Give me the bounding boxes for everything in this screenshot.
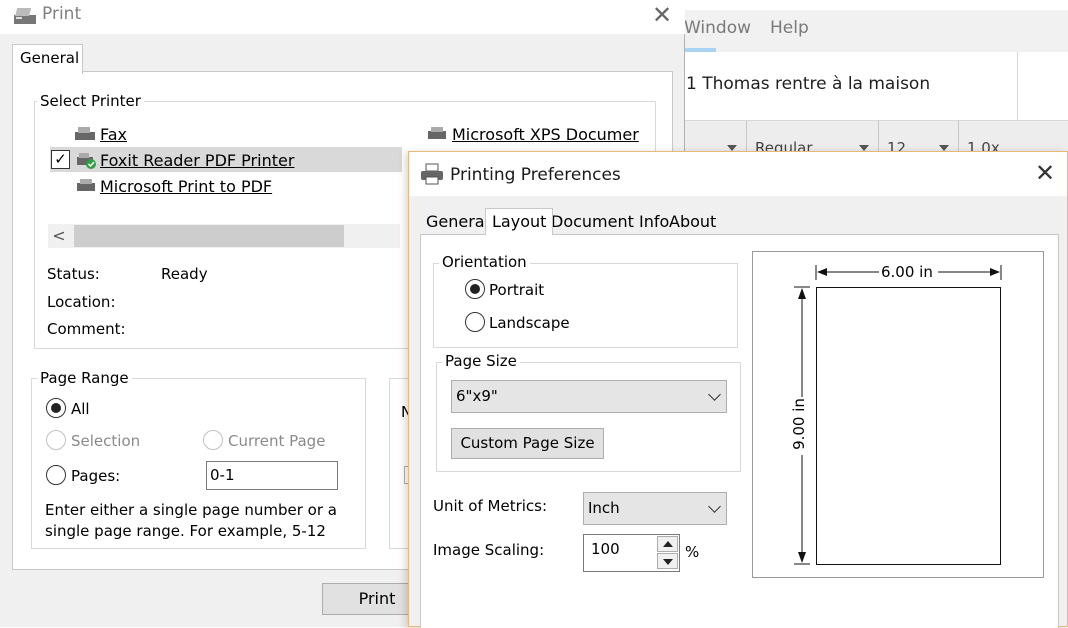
- spin-up-button[interactable]: [657, 536, 678, 552]
- image-scaling-value: 100: [591, 540, 620, 558]
- unit-value: Inch: [588, 499, 620, 517]
- radio-pages-label: Pages:: [71, 467, 121, 485]
- comment-label: Comment:: [47, 320, 126, 338]
- printer-item-fax[interactable]: Fax: [100, 125, 127, 144]
- image-scaling-input[interactable]: 100: [583, 534, 680, 572]
- preview-height-label: 9.00 in: [789, 398, 808, 450]
- default-printer-icon: [77, 153, 96, 169]
- scrollbar-thumb[interactable]: [74, 225, 344, 247]
- chevron-down-icon: [708, 388, 721, 401]
- percent-label: %: [685, 543, 700, 561]
- image-scaling-label: Image Scaling:: [433, 541, 545, 559]
- pages-input[interactable]: 0-1: [206, 461, 338, 490]
- radio-selection-label: Selection: [71, 432, 141, 450]
- page-size-dropdown[interactable]: 6"x9": [451, 380, 727, 413]
- page-range-help-text: Enter either a single page number or a s…: [45, 501, 337, 540]
- custom-page-size-button[interactable]: Custom Page Size: [451, 428, 604, 459]
- tab-layout[interactable]: Layout: [485, 208, 554, 235]
- menu-window[interactable]: Window: [684, 18, 751, 38]
- status-value: Ready: [161, 265, 208, 283]
- tab-about[interactable]: About: [669, 211, 716, 235]
- font-dropdown[interactable]: [680, 121, 746, 153]
- preview-width-label: 6.00 in: [881, 263, 933, 281]
- printer-item-foxit[interactable]: Foxit Reader PDF Printer: [100, 151, 294, 170]
- printing-preferences-dialog: Printing Preferences ✕ General Layout Do…: [408, 151, 1068, 628]
- page-size-legend: Page Size: [442, 352, 520, 370]
- font-size-dropdown[interactable]: 12: [878, 121, 958, 157]
- orientation-legend: Orientation: [439, 253, 530, 271]
- printer-item-ms-pdf[interactable]: Microsoft Print to PDF: [100, 177, 272, 196]
- prefs-dialog-title: Printing Preferences: [450, 165, 621, 185]
- radio-portrait-label: Portrait: [489, 281, 545, 299]
- line-spacing-dropdown[interactable]: 1.0x: [958, 121, 1068, 157]
- menu-bar: Window Help: [680, 10, 1068, 52]
- unit-of-metrics-label: Unit of Metrics:: [433, 497, 548, 515]
- print-dialog-title: Print: [42, 4, 82, 24]
- fax-icon: [75, 127, 95, 140]
- printer-item-xps[interactable]: Microsoft XPS Documer: [452, 125, 639, 144]
- prefs-titlebar: Printing Preferences ✕: [409, 152, 1067, 196]
- style-dropdown[interactable]: Regular: [746, 121, 878, 157]
- page-preview: 6.00 in 9.00 in: [752, 251, 1044, 578]
- printer-list-scrollbar[interactable]: <: [48, 224, 400, 248]
- unit-of-metrics-dropdown[interactable]: Inch: [583, 492, 727, 525]
- printer-icon: [428, 127, 446, 139]
- radio-pages[interactable]: [46, 465, 66, 485]
- close-icon[interactable]: ✕: [1031, 160, 1059, 188]
- document-title: 1 Thomas rentre à la maison: [686, 74, 931, 94]
- select-printer-legend: Select Printer: [37, 92, 144, 110]
- chevron-down-icon: [708, 500, 721, 513]
- radio-portrait[interactable]: [465, 279, 485, 299]
- printer-icon: [421, 163, 443, 185]
- radio-landscape-label: Landscape: [489, 314, 570, 332]
- location-label: Location:: [47, 293, 116, 311]
- printer-icon: [77, 179, 95, 191]
- chevron-left-icon[interactable]: <: [48, 224, 70, 248]
- radio-selection[interactable]: [46, 430, 66, 450]
- orientation-group: [433, 263, 738, 348]
- page-range-legend: Page Range: [37, 369, 132, 387]
- radio-landscape[interactable]: [465, 312, 485, 332]
- menu-help[interactable]: Help: [770, 18, 809, 38]
- arrow-up-icon: [663, 541, 673, 547]
- radio-all[interactable]: [46, 398, 66, 418]
- radio-current-page-label: Current Page: [228, 432, 326, 450]
- tab-document-info[interactable]: Document Info: [551, 211, 669, 235]
- arrow-down-icon: [663, 559, 673, 565]
- checkbox-checked-icon[interactable]: ✓: [51, 150, 70, 169]
- spin-down-button[interactable]: [657, 553, 678, 569]
- radio-current-page[interactable]: [203, 430, 223, 450]
- document-title-area: 1 Thomas rentre à la maison: [680, 52, 1018, 120]
- close-icon[interactable]: ✕: [648, 2, 676, 30]
- radio-all-label: All: [71, 400, 90, 418]
- tab-general[interactable]: General: [12, 44, 83, 74]
- format-ribbon: Regular 12 1.0x: [680, 120, 1068, 157]
- tab-general[interactable]: General: [426, 211, 489, 235]
- status-label: Status:: [47, 265, 100, 283]
- print-titlebar: Print ✕: [0, 0, 685, 34]
- printer-icon: [14, 8, 36, 24]
- page-size-value: 6"x9": [456, 387, 498, 405]
